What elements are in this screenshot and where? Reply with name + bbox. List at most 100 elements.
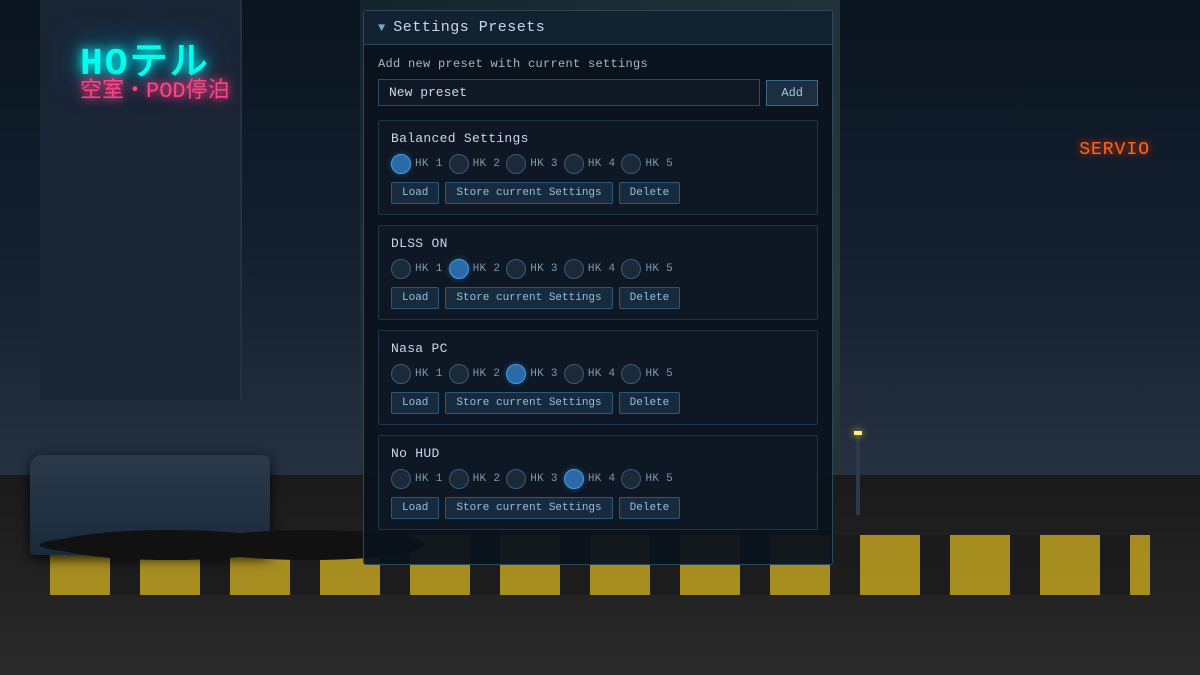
hotkey-item-nohud-hk5: HK 5 — [621, 469, 673, 489]
delete-button-nasapc[interactable]: Delete — [619, 392, 681, 414]
hotkey-circle-nasapc-hk5[interactable] — [621, 364, 641, 384]
hotkey-circle-dlss-hk3[interactable] — [506, 259, 526, 279]
hotkey-label-dlss-hk3: HK 3 — [530, 263, 558, 275]
hotkey-item-nohud-hk1: HK 1 — [391, 469, 443, 489]
preset-name-dlss: DLSS ON — [391, 236, 805, 251]
actions-row-dlss: Load Store current Settings Delete — [391, 287, 805, 309]
hotkey-circle-dlss-hk1[interactable] — [391, 259, 411, 279]
preset-card-nasapc: Nasa PC HK 1 HK 2 HK 3 HK 4 HK 5 Load Store cur… — [378, 330, 818, 425]
delete-button-dlss[interactable]: Delete — [619, 287, 681, 309]
add-preset-row: Add — [378, 79, 818, 106]
hotkey-circle-dlss-hk5[interactable] — [621, 259, 641, 279]
load-button-nasapc[interactable]: Load — [391, 392, 439, 414]
store-button-nasapc[interactable]: Store current Settings — [445, 392, 612, 414]
preset-name-nasapc: Nasa PC — [391, 341, 805, 356]
street-light-right — [856, 435, 860, 515]
hotkey-label-dlss-hk2: HK 2 — [473, 263, 501, 275]
hotkey-label-nohud-hk2: HK 2 — [473, 473, 501, 485]
hotkeys-row-nasapc: HK 1 HK 2 HK 3 HK 4 HK 5 — [391, 364, 805, 384]
hotkey-item-dlss-hk2: HK 2 — [449, 259, 501, 279]
preset-name-nohud: No HUD — [391, 446, 805, 461]
hotkey-label-nasapc-hk3: HK 3 — [530, 368, 558, 380]
hotkey-item-nasapc-hk3: HK 3 — [506, 364, 558, 384]
hotkey-circle-nohud-hk2[interactable] — [449, 469, 469, 489]
presets-container: Balanced Settings HK 1 HK 2 HK 3 HK 4 HK 5 Loa… — [378, 120, 818, 530]
preset-name-input[interactable] — [378, 79, 760, 106]
hotkey-label-nasapc-hk5: HK 5 — [645, 368, 673, 380]
hotkey-item-balanced-hk5: HK 5 — [621, 154, 673, 174]
load-button-balanced[interactable]: Load — [391, 182, 439, 204]
collapse-icon[interactable]: ▼ — [378, 21, 385, 35]
hotkey-item-nohud-hk4: HK 4 — [564, 469, 616, 489]
hotkey-circle-balanced-hk4[interactable] — [564, 154, 584, 174]
hotkey-circle-nohud-hk5[interactable] — [621, 469, 641, 489]
hotkey-circle-nohud-hk1[interactable] — [391, 469, 411, 489]
hotkey-item-dlss-hk5: HK 5 — [621, 259, 673, 279]
hotkey-item-dlss-hk3: HK 3 — [506, 259, 558, 279]
load-button-nohud[interactable]: Load — [391, 497, 439, 519]
store-button-dlss[interactable]: Store current Settings — [445, 287, 612, 309]
panel-body: Add new preset with current settings Add… — [364, 45, 832, 552]
hotkey-label-balanced-hk1: HK 1 — [415, 158, 443, 170]
hotkey-label-nasapc-hk4: HK 4 — [588, 368, 616, 380]
hotkey-circle-nasapc-hk3[interactable] — [506, 364, 526, 384]
hotkey-label-nohud-hk3: HK 3 — [530, 473, 558, 485]
hotkey-label-balanced-hk3: HK 3 — [530, 158, 558, 170]
preset-name-balanced: Balanced Settings — [391, 131, 805, 146]
hotkey-circle-nohud-hk3[interactable] — [506, 469, 526, 489]
load-button-dlss[interactable]: Load — [391, 287, 439, 309]
light-head-right — [854, 431, 862, 435]
hotkey-label-balanced-hk4: HK 4 — [588, 158, 616, 170]
hotkeys-row-dlss: HK 1 HK 2 HK 3 HK 4 HK 5 — [391, 259, 805, 279]
preset-card-dlss: DLSS ON HK 1 HK 2 HK 3 HK 4 HK 5 Load Store cur… — [378, 225, 818, 320]
hotkey-circle-nasapc-hk4[interactable] — [564, 364, 584, 384]
hotkey-label-balanced-hk5: HK 5 — [645, 158, 673, 170]
hotkey-item-nasapc-hk5: HK 5 — [621, 364, 673, 384]
add-preset-label: Add new preset with current settings — [378, 57, 818, 71]
hotkey-label-dlss-hk4: HK 4 — [588, 263, 616, 275]
hotkey-item-nasapc-hk4: HK 4 — [564, 364, 616, 384]
hotkey-item-balanced-hk1: HK 1 — [391, 154, 443, 174]
hotkey-circle-dlss-hk2[interactable] — [449, 259, 469, 279]
hotkey-circle-nasapc-hk2[interactable] — [449, 364, 469, 384]
delete-button-nohud[interactable]: Delete — [619, 497, 681, 519]
hotkey-label-dlss-hk5: HK 5 — [645, 263, 673, 275]
hotkey-circle-balanced-hk2[interactable] — [449, 154, 469, 174]
hotkey-item-nasapc-hk2: HK 2 — [449, 364, 501, 384]
car — [30, 455, 270, 555]
actions-row-balanced: Load Store current Settings Delete — [391, 182, 805, 204]
hotkey-item-dlss-hk1: HK 1 — [391, 259, 443, 279]
add-preset-section: Add new preset with current settings Add — [378, 57, 818, 106]
store-button-nohud[interactable]: Store current Settings — [445, 497, 612, 519]
hotkey-label-nasapc-hk2: HK 2 — [473, 368, 501, 380]
hotkey-item-balanced-hk4: HK 4 — [564, 154, 616, 174]
preset-card-nohud: No HUD HK 1 HK 2 HK 3 HK 4 HK 5 Load Store curr… — [378, 435, 818, 530]
actions-row-nohud: Load Store current Settings Delete — [391, 497, 805, 519]
delete-button-balanced[interactable]: Delete — [619, 182, 681, 204]
right-neon-sign: SERVIO — [1079, 140, 1150, 160]
hotkey-item-dlss-hk4: HK 4 — [564, 259, 616, 279]
hotel-sub-sign: 空室・POD停泊 — [80, 72, 230, 104]
hotkey-item-nohud-hk2: HK 2 — [449, 469, 501, 489]
hotkey-circle-nohud-hk4[interactable] — [564, 469, 584, 489]
add-preset-button[interactable]: Add — [766, 80, 818, 106]
hotkey-label-nasapc-hk1: HK 1 — [415, 368, 443, 380]
preset-card-balanced: Balanced Settings HK 1 HK 2 HK 3 HK 4 HK 5 Loa… — [378, 120, 818, 215]
store-button-balanced[interactable]: Store current Settings — [445, 182, 612, 204]
hotkey-circle-balanced-hk3[interactable] — [506, 154, 526, 174]
hotkey-label-nohud-hk5: HK 5 — [645, 473, 673, 485]
hotkeys-row-nohud: HK 1 HK 2 HK 3 HK 4 HK 5 — [391, 469, 805, 489]
hotkey-circle-dlss-hk4[interactable] — [564, 259, 584, 279]
settings-presets-panel: ▼ Settings Presets Add new preset with c… — [363, 10, 833, 565]
hotkey-circle-balanced-hk5[interactable] — [621, 154, 641, 174]
panel-header: ▼ Settings Presets — [364, 11, 832, 45]
hotkey-item-nohud-hk3: HK 3 — [506, 469, 558, 489]
hotkey-item-balanced-hk3: HK 3 — [506, 154, 558, 174]
actions-row-nasapc: Load Store current Settings Delete — [391, 392, 805, 414]
hotkeys-row-balanced: HK 1 HK 2 HK 3 HK 4 HK 5 — [391, 154, 805, 174]
hotkey-circle-nasapc-hk1[interactable] — [391, 364, 411, 384]
hotkey-item-nasapc-hk1: HK 1 — [391, 364, 443, 384]
hotkey-circle-balanced-hk1[interactable] — [391, 154, 411, 174]
hotkey-item-balanced-hk2: HK 2 — [449, 154, 501, 174]
hotkey-label-dlss-hk1: HK 1 — [415, 263, 443, 275]
